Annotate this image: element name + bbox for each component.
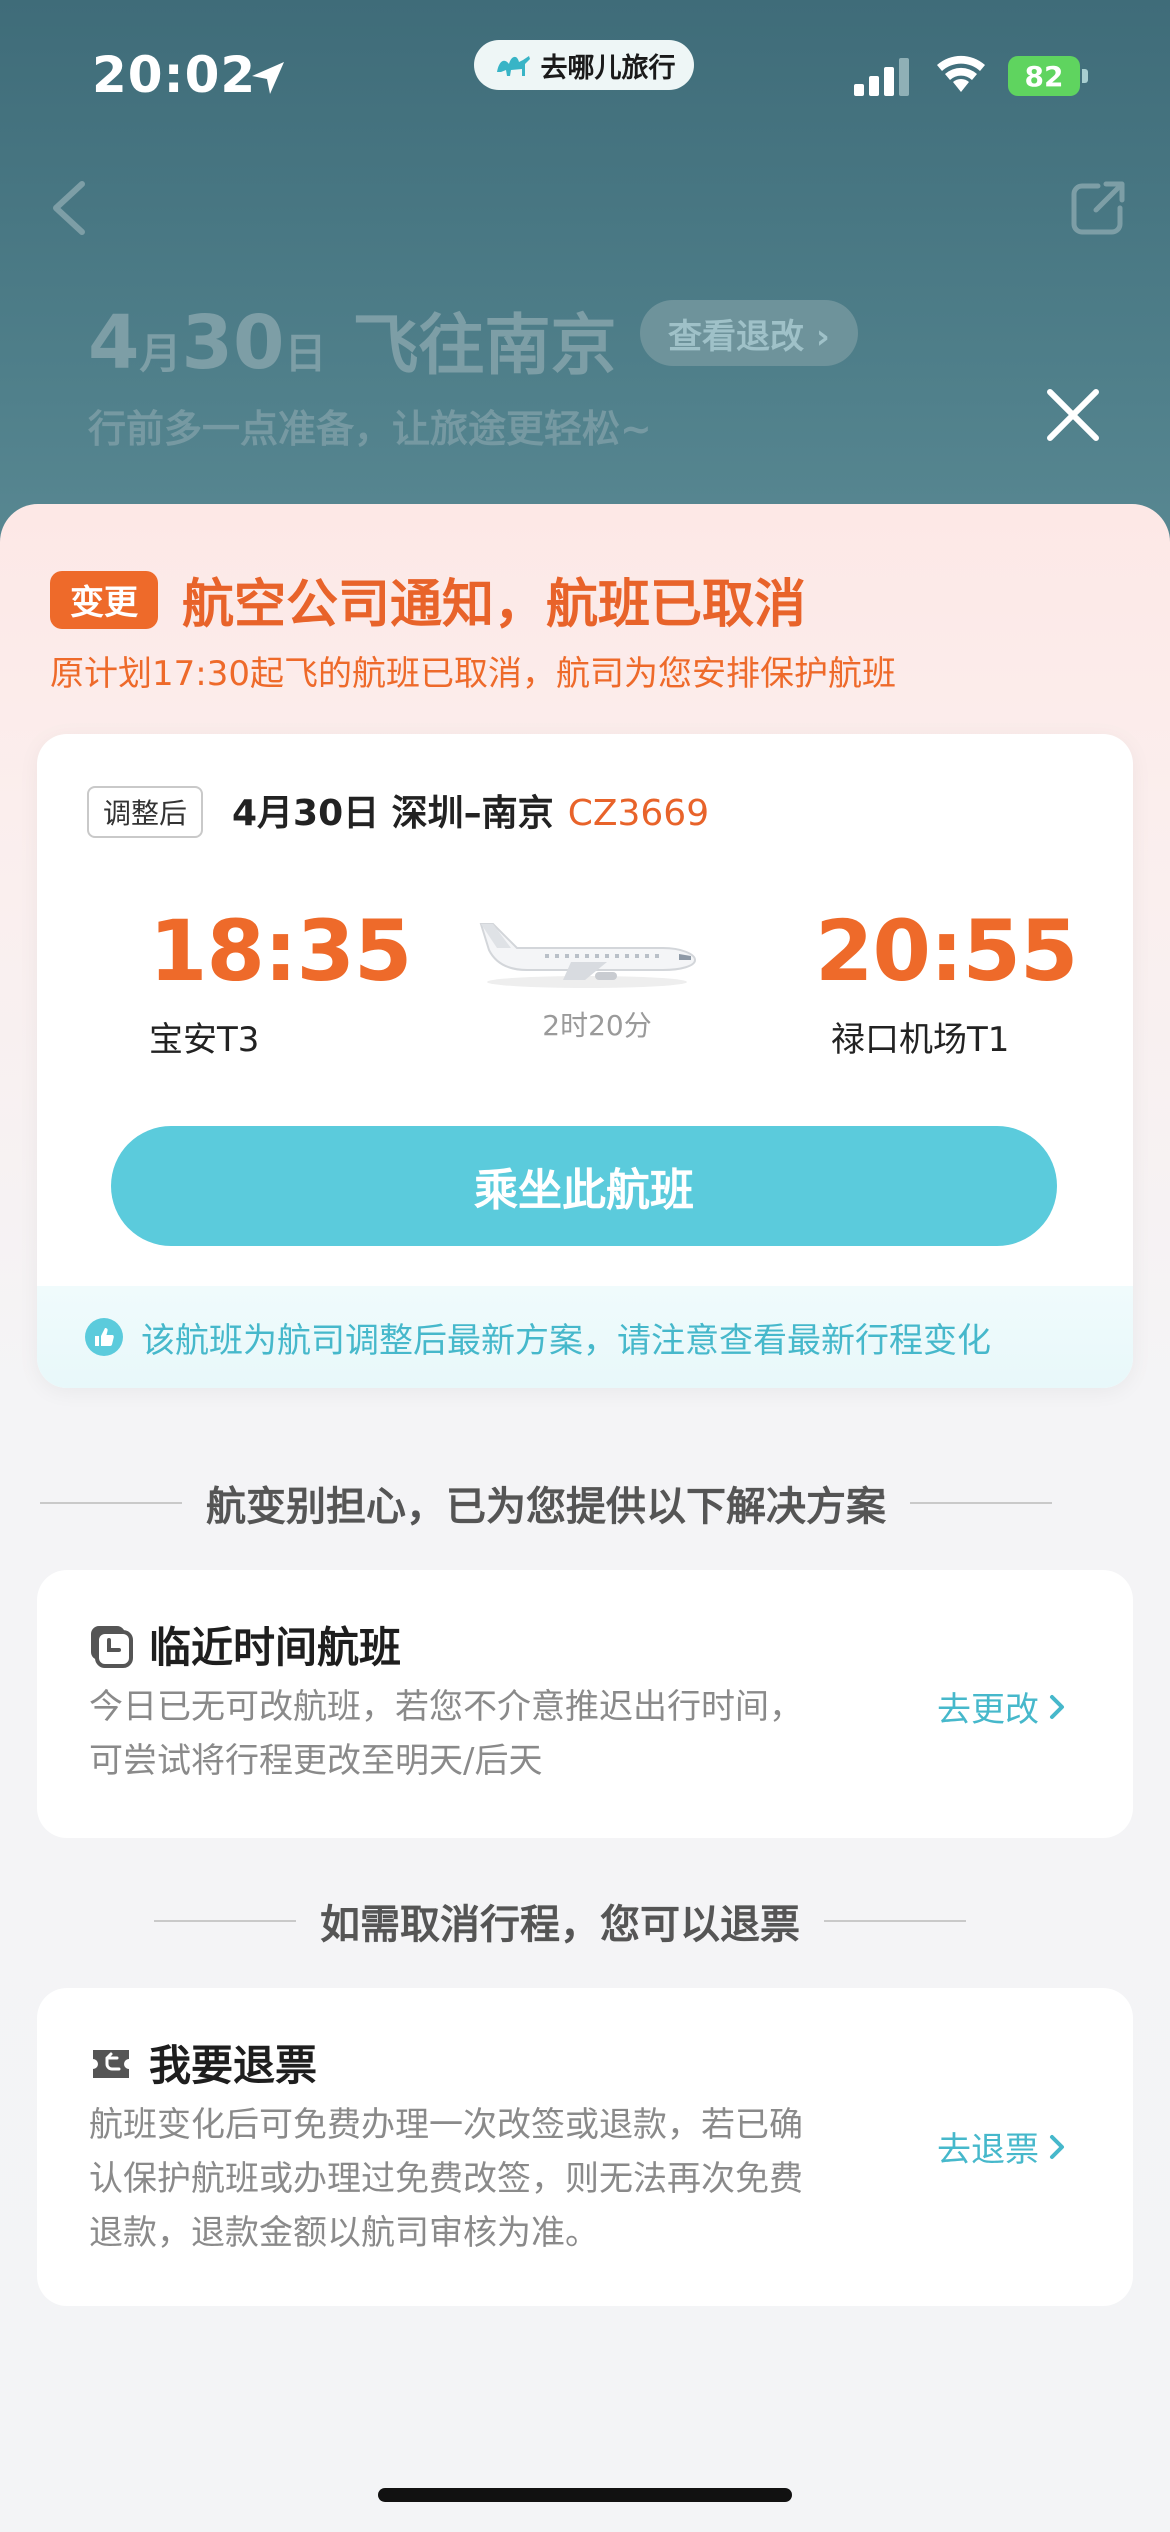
refund-heading: 如需取消行程，您可以退票 xyxy=(154,1892,1024,1950)
view-refund-change-chip[interactable]: 查看退改 › xyxy=(640,300,858,366)
refund-ticket-icon xyxy=(93,2050,129,2078)
trip-subtitle: 行前多一点准备，让旅途更轻松~ xyxy=(88,407,652,451)
notice-description: 原计划17:30起飞的航班已取消，航司为您安排保护航班 xyxy=(50,654,896,694)
divider-line-right xyxy=(910,1502,1052,1504)
go-change-label: 去更改 xyxy=(937,1690,1039,1730)
notice-header: 变更 航空公司通知，航班已取消 xyxy=(50,562,806,637)
status-bar: 20:02 去哪儿旅行 82 xyxy=(0,0,1170,150)
flight-tip-text: 该航班为航司调整后最新方案，请注意查看最新行程变化 xyxy=(141,1320,991,1361)
app-return-pill[interactable]: 去哪儿旅行 xyxy=(474,40,694,90)
solutions-heading-text: 航变别担心，已为您提供以下解决方案 xyxy=(206,1484,886,1530)
notice-title: 航空公司通知，航班已取消 xyxy=(182,575,807,635)
status-time: 20:02 xyxy=(92,46,257,104)
divider-line-left xyxy=(40,1502,182,1504)
nearby-flight-desc: 今日已无可改航班，若您不介意推迟出行时间，可尝试将行程更改至明天/后天 xyxy=(89,1687,803,1781)
arrival-time: 20:55 xyxy=(815,902,1078,1000)
nearby-flight-option-card[interactable]: 临近时间航班 今日已无可改航班，若您不介意推迟出行时间，可尝试将行程更改至明天/… xyxy=(37,1570,1133,1838)
refund-option-card[interactable]: 我要退票 航班变化后可免费办理一次改签或退款，若已确认保护航班或办理过免费改签，… xyxy=(37,1988,1133,2306)
cellular-signal-icon xyxy=(854,58,909,96)
clock-calendar-icon xyxy=(91,1626,133,1668)
flight-route: 4月30日 深圳–南京 CZ3669 xyxy=(232,784,709,836)
trip-date-title: 4月30日 飞往南京 xyxy=(88,300,617,386)
refund-desc: 航班变化后可免费办理一次改签或退款，若已确认保护航班或办理过免费改签，则无法再次… xyxy=(89,2105,803,2253)
thumbs-up-icon xyxy=(85,1318,123,1356)
flight-change-sheet: 变更 航空公司通知，航班已取消 原计划17:30起飞的航班已取消，航司为您安排保… xyxy=(0,504,1170,2532)
adjusted-tag: 调整后 xyxy=(87,786,204,838)
airplane-icon xyxy=(479,923,697,988)
departure-time: 18:35 xyxy=(149,902,412,1000)
flight-number: CZ3669 xyxy=(567,793,710,834)
route-text: 4月30日 深圳–南京 xyxy=(232,793,554,834)
go-change-link[interactable]: 去更改 xyxy=(937,1682,1067,1731)
adjusted-flight-card: 调整后 4月30日 深圳–南京 CZ3669 18:35 宝安T3 2时20分 2… xyxy=(37,734,1133,1388)
battery-level: 82 xyxy=(1008,56,1080,96)
change-badge: 变更 xyxy=(50,570,158,629)
go-refund-link[interactable]: 去退票 xyxy=(937,2122,1067,2171)
departure-airport: 宝安T3 xyxy=(149,1020,260,1060)
battery-indicator: 82 xyxy=(1008,56,1088,96)
camel-logo-icon xyxy=(496,56,530,76)
close-icon[interactable] xyxy=(1040,382,1106,448)
solutions-heading: 航变别担心，已为您提供以下解决方案 xyxy=(40,1474,1130,1532)
app-pill-label: 去哪儿旅行 xyxy=(540,52,676,84)
chevron-right-icon xyxy=(1050,2134,1064,2159)
location-arrow-icon xyxy=(252,62,284,94)
flight-tip-bar: 该航班为航司调整后最新方案，请注意查看最新行程变化 xyxy=(37,1286,1133,1388)
refund-title: 我要退票 xyxy=(149,2041,318,2090)
take-this-flight-button[interactable]: 乘坐此航班 xyxy=(111,1126,1057,1246)
flight-duration: 2时20分 xyxy=(542,1009,652,1042)
nearby-flight-title: 临近时间航班 xyxy=(149,1623,402,1672)
wifi-icon xyxy=(937,55,985,92)
divider-line-left xyxy=(154,1920,296,1922)
chevron-right-icon xyxy=(1050,1694,1064,1719)
refund-heading-text: 如需取消行程，您可以退票 xyxy=(320,1902,800,1948)
share-icon[interactable] xyxy=(1068,178,1128,238)
back-icon[interactable] xyxy=(48,178,88,238)
divider-line-right xyxy=(824,1920,966,1922)
go-refund-label: 去退票 xyxy=(937,2130,1039,2170)
home-indicator[interactable] xyxy=(378,2488,792,2502)
arrival-airport: 禄口机场T1 xyxy=(831,1020,1010,1060)
trip-destination: 飞往南京 xyxy=(352,307,617,384)
battery-tip xyxy=(1082,69,1088,83)
